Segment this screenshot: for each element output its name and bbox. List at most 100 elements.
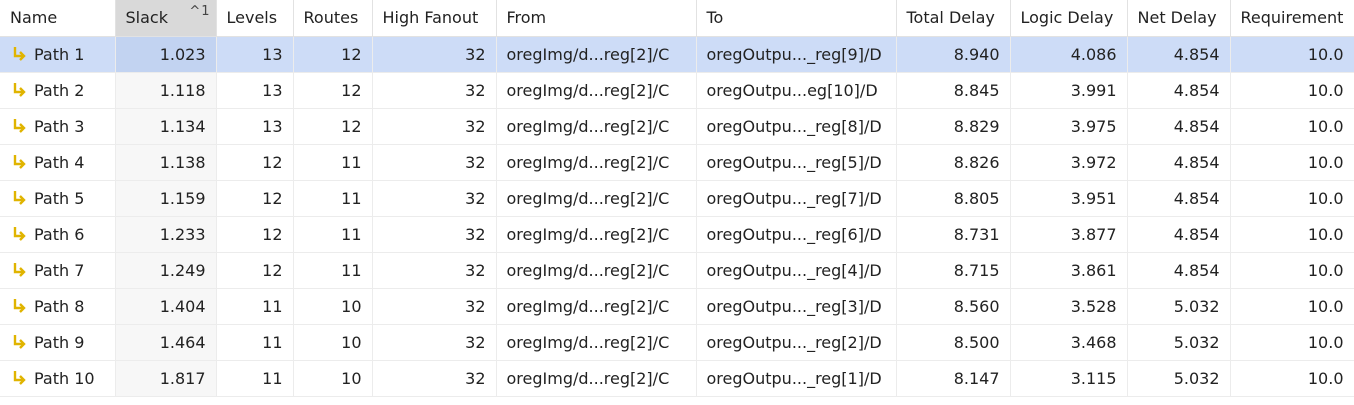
cell-logic-delay[interactable]: 3.991 <box>1010 72 1128 109</box>
cell-high-fanout[interactable]: 32 <box>372 288 497 325</box>
cell-levels[interactable]: 13 <box>216 36 294 73</box>
cell-total-delay[interactable]: 8.560 <box>896 288 1011 325</box>
cell-total-delay[interactable]: 8.826 <box>896 144 1011 181</box>
cell-high-fanout[interactable]: 32 <box>372 252 497 289</box>
cell-name[interactable]: Path 8 <box>0 288 116 325</box>
cell-net-delay[interactable]: 5.032 <box>1127 324 1231 361</box>
cell-routes[interactable]: 12 <box>293 72 373 109</box>
cell-high-fanout[interactable]: 32 <box>372 108 497 145</box>
cell-to[interactable]: oregOutpu..._reg[7]/D <box>696 180 897 217</box>
table-row[interactable]: Path 4 1.138 12 11 32 oregImg/d...reg[2]/C ore… <box>0 144 1354 181</box>
column-header-to[interactable]: To <box>696 0 897 37</box>
table-row[interactable]: Path 1 1.023 13 12 32 oregImg/d...reg[2]/C ore… <box>0 36 1354 73</box>
cell-slack[interactable]: 1.023 <box>115 36 217 73</box>
table-row[interactable]: Path 9 1.464 11 10 32 oregImg/d...reg[2]/C ore… <box>0 324 1354 361</box>
table-row[interactable]: Path 10 1.817 11 10 32 oregImg/d...reg[2]/C or… <box>0 360 1354 397</box>
cell-total-delay[interactable]: 8.845 <box>896 72 1011 109</box>
cell-levels[interactable]: 12 <box>216 180 294 217</box>
cell-levels[interactable]: 11 <box>216 324 294 361</box>
table-row[interactable]: Path 6 1.233 12 11 32 oregImg/d...reg[2]/C ore… <box>0 216 1354 253</box>
cell-net-delay[interactable]: 4.854 <box>1127 180 1231 217</box>
cell-slack[interactable]: 1.118 <box>115 72 217 109</box>
cell-routes[interactable]: 11 <box>293 144 373 181</box>
cell-levels[interactable]: 12 <box>216 144 294 181</box>
cell-total-delay[interactable]: 8.731 <box>896 216 1011 253</box>
cell-total-delay[interactable]: 8.805 <box>896 180 1011 217</box>
cell-slack[interactable]: 1.249 <box>115 252 217 289</box>
cell-name[interactable]: Path 9 <box>0 324 116 361</box>
cell-routes[interactable]: 11 <box>293 216 373 253</box>
cell-high-fanout[interactable]: 32 <box>372 144 497 181</box>
cell-high-fanout[interactable]: 32 <box>372 180 497 217</box>
cell-to[interactable]: oregOutpu..._reg[4]/D <box>696 252 897 289</box>
cell-slack[interactable]: 1.138 <box>115 144 217 181</box>
cell-requirement[interactable]: 10.0 <box>1230 36 1354 73</box>
column-header-logic-delay[interactable]: Logic Delay <box>1010 0 1128 37</box>
cell-logic-delay[interactable]: 3.528 <box>1010 288 1128 325</box>
cell-total-delay[interactable]: 8.500 <box>896 324 1011 361</box>
cell-net-delay[interactable]: 4.854 <box>1127 108 1231 145</box>
cell-name[interactable]: Path 5 <box>0 180 116 217</box>
cell-name[interactable]: Path 6 <box>0 216 116 253</box>
cell-to[interactable]: oregOutpu..._reg[1]/D <box>696 360 897 397</box>
cell-total-delay[interactable]: 8.715 <box>896 252 1011 289</box>
cell-from[interactable]: oregImg/d...reg[2]/C <box>496 324 697 361</box>
cell-levels[interactable]: 12 <box>216 216 294 253</box>
cell-from[interactable]: oregImg/d...reg[2]/C <box>496 252 697 289</box>
cell-from[interactable]: oregImg/d...reg[2]/C <box>496 216 697 253</box>
cell-logic-delay[interactable]: 3.951 <box>1010 180 1128 217</box>
cell-routes[interactable]: 10 <box>293 360 373 397</box>
cell-to[interactable]: oregOutpu..._reg[8]/D <box>696 108 897 145</box>
cell-logic-delay[interactable]: 3.115 <box>1010 360 1128 397</box>
cell-routes[interactable]: 10 <box>293 324 373 361</box>
cell-net-delay[interactable]: 4.854 <box>1127 252 1231 289</box>
column-header-levels[interactable]: Levels <box>216 0 294 37</box>
cell-from[interactable]: oregImg/d...reg[2]/C <box>496 36 697 73</box>
cell-from[interactable]: oregImg/d...reg[2]/C <box>496 72 697 109</box>
cell-high-fanout[interactable]: 32 <box>372 216 497 253</box>
cell-total-delay[interactable]: 8.147 <box>896 360 1011 397</box>
cell-high-fanout[interactable]: 32 <box>372 324 497 361</box>
cell-routes[interactable]: 12 <box>293 108 373 145</box>
column-header-from[interactable]: From <box>496 0 697 37</box>
cell-slack[interactable]: 1.817 <box>115 360 217 397</box>
cell-from[interactable]: oregImg/d...reg[2]/C <box>496 288 697 325</box>
cell-slack[interactable]: 1.134 <box>115 108 217 145</box>
cell-net-delay[interactable]: 5.032 <box>1127 360 1231 397</box>
cell-logic-delay[interactable]: 3.975 <box>1010 108 1128 145</box>
column-header-routes[interactable]: Routes <box>293 0 373 37</box>
cell-high-fanout[interactable]: 32 <box>372 360 497 397</box>
cell-logic-delay[interactable]: 3.861 <box>1010 252 1128 289</box>
cell-logic-delay[interactable]: 3.468 <box>1010 324 1128 361</box>
cell-requirement[interactable]: 10.0 <box>1230 216 1354 253</box>
cell-name[interactable]: Path 4 <box>0 144 116 181</box>
cell-high-fanout[interactable]: 32 <box>372 36 497 73</box>
cell-name[interactable]: Path 1 <box>0 36 116 73</box>
cell-from[interactable]: oregImg/d...reg[2]/C <box>496 360 697 397</box>
cell-name[interactable]: Path 10 <box>0 360 116 397</box>
cell-net-delay[interactable]: 4.854 <box>1127 216 1231 253</box>
cell-requirement[interactable]: 10.0 <box>1230 108 1354 145</box>
cell-levels[interactable]: 13 <box>216 72 294 109</box>
cell-to[interactable]: oregOutpu..._reg[2]/D <box>696 324 897 361</box>
cell-routes[interactable]: 10 <box>293 288 373 325</box>
cell-routes[interactable]: 11 <box>293 252 373 289</box>
cell-from[interactable]: oregImg/d...reg[2]/C <box>496 144 697 181</box>
cell-logic-delay[interactable]: 3.972 <box>1010 144 1128 181</box>
table-row[interactable]: Path 2 1.118 13 12 32 oregImg/d...reg[2]/C ore… <box>0 72 1354 109</box>
cell-from[interactable]: oregImg/d...reg[2]/C <box>496 108 697 145</box>
cell-requirement[interactable]: 10.0 <box>1230 360 1354 397</box>
cell-total-delay[interactable]: 8.940 <box>896 36 1011 73</box>
cell-net-delay[interactable]: 4.854 <box>1127 72 1231 109</box>
cell-to[interactable]: oregOutpu...eg[10]/D <box>696 72 897 109</box>
cell-levels[interactable]: 11 <box>216 288 294 325</box>
cell-name[interactable]: Path 7 <box>0 252 116 289</box>
cell-routes[interactable]: 12 <box>293 36 373 73</box>
column-header-requirement[interactable]: Requirement <box>1230 0 1354 37</box>
cell-routes[interactable]: 11 <box>293 180 373 217</box>
table-row[interactable]: Path 5 1.159 12 11 32 oregImg/d...reg[2]/C ore… <box>0 180 1354 217</box>
cell-net-delay[interactable]: 4.854 <box>1127 144 1231 181</box>
cell-slack[interactable]: 1.404 <box>115 288 217 325</box>
cell-requirement[interactable]: 10.0 <box>1230 288 1354 325</box>
cell-requirement[interactable]: 10.0 <box>1230 180 1354 217</box>
